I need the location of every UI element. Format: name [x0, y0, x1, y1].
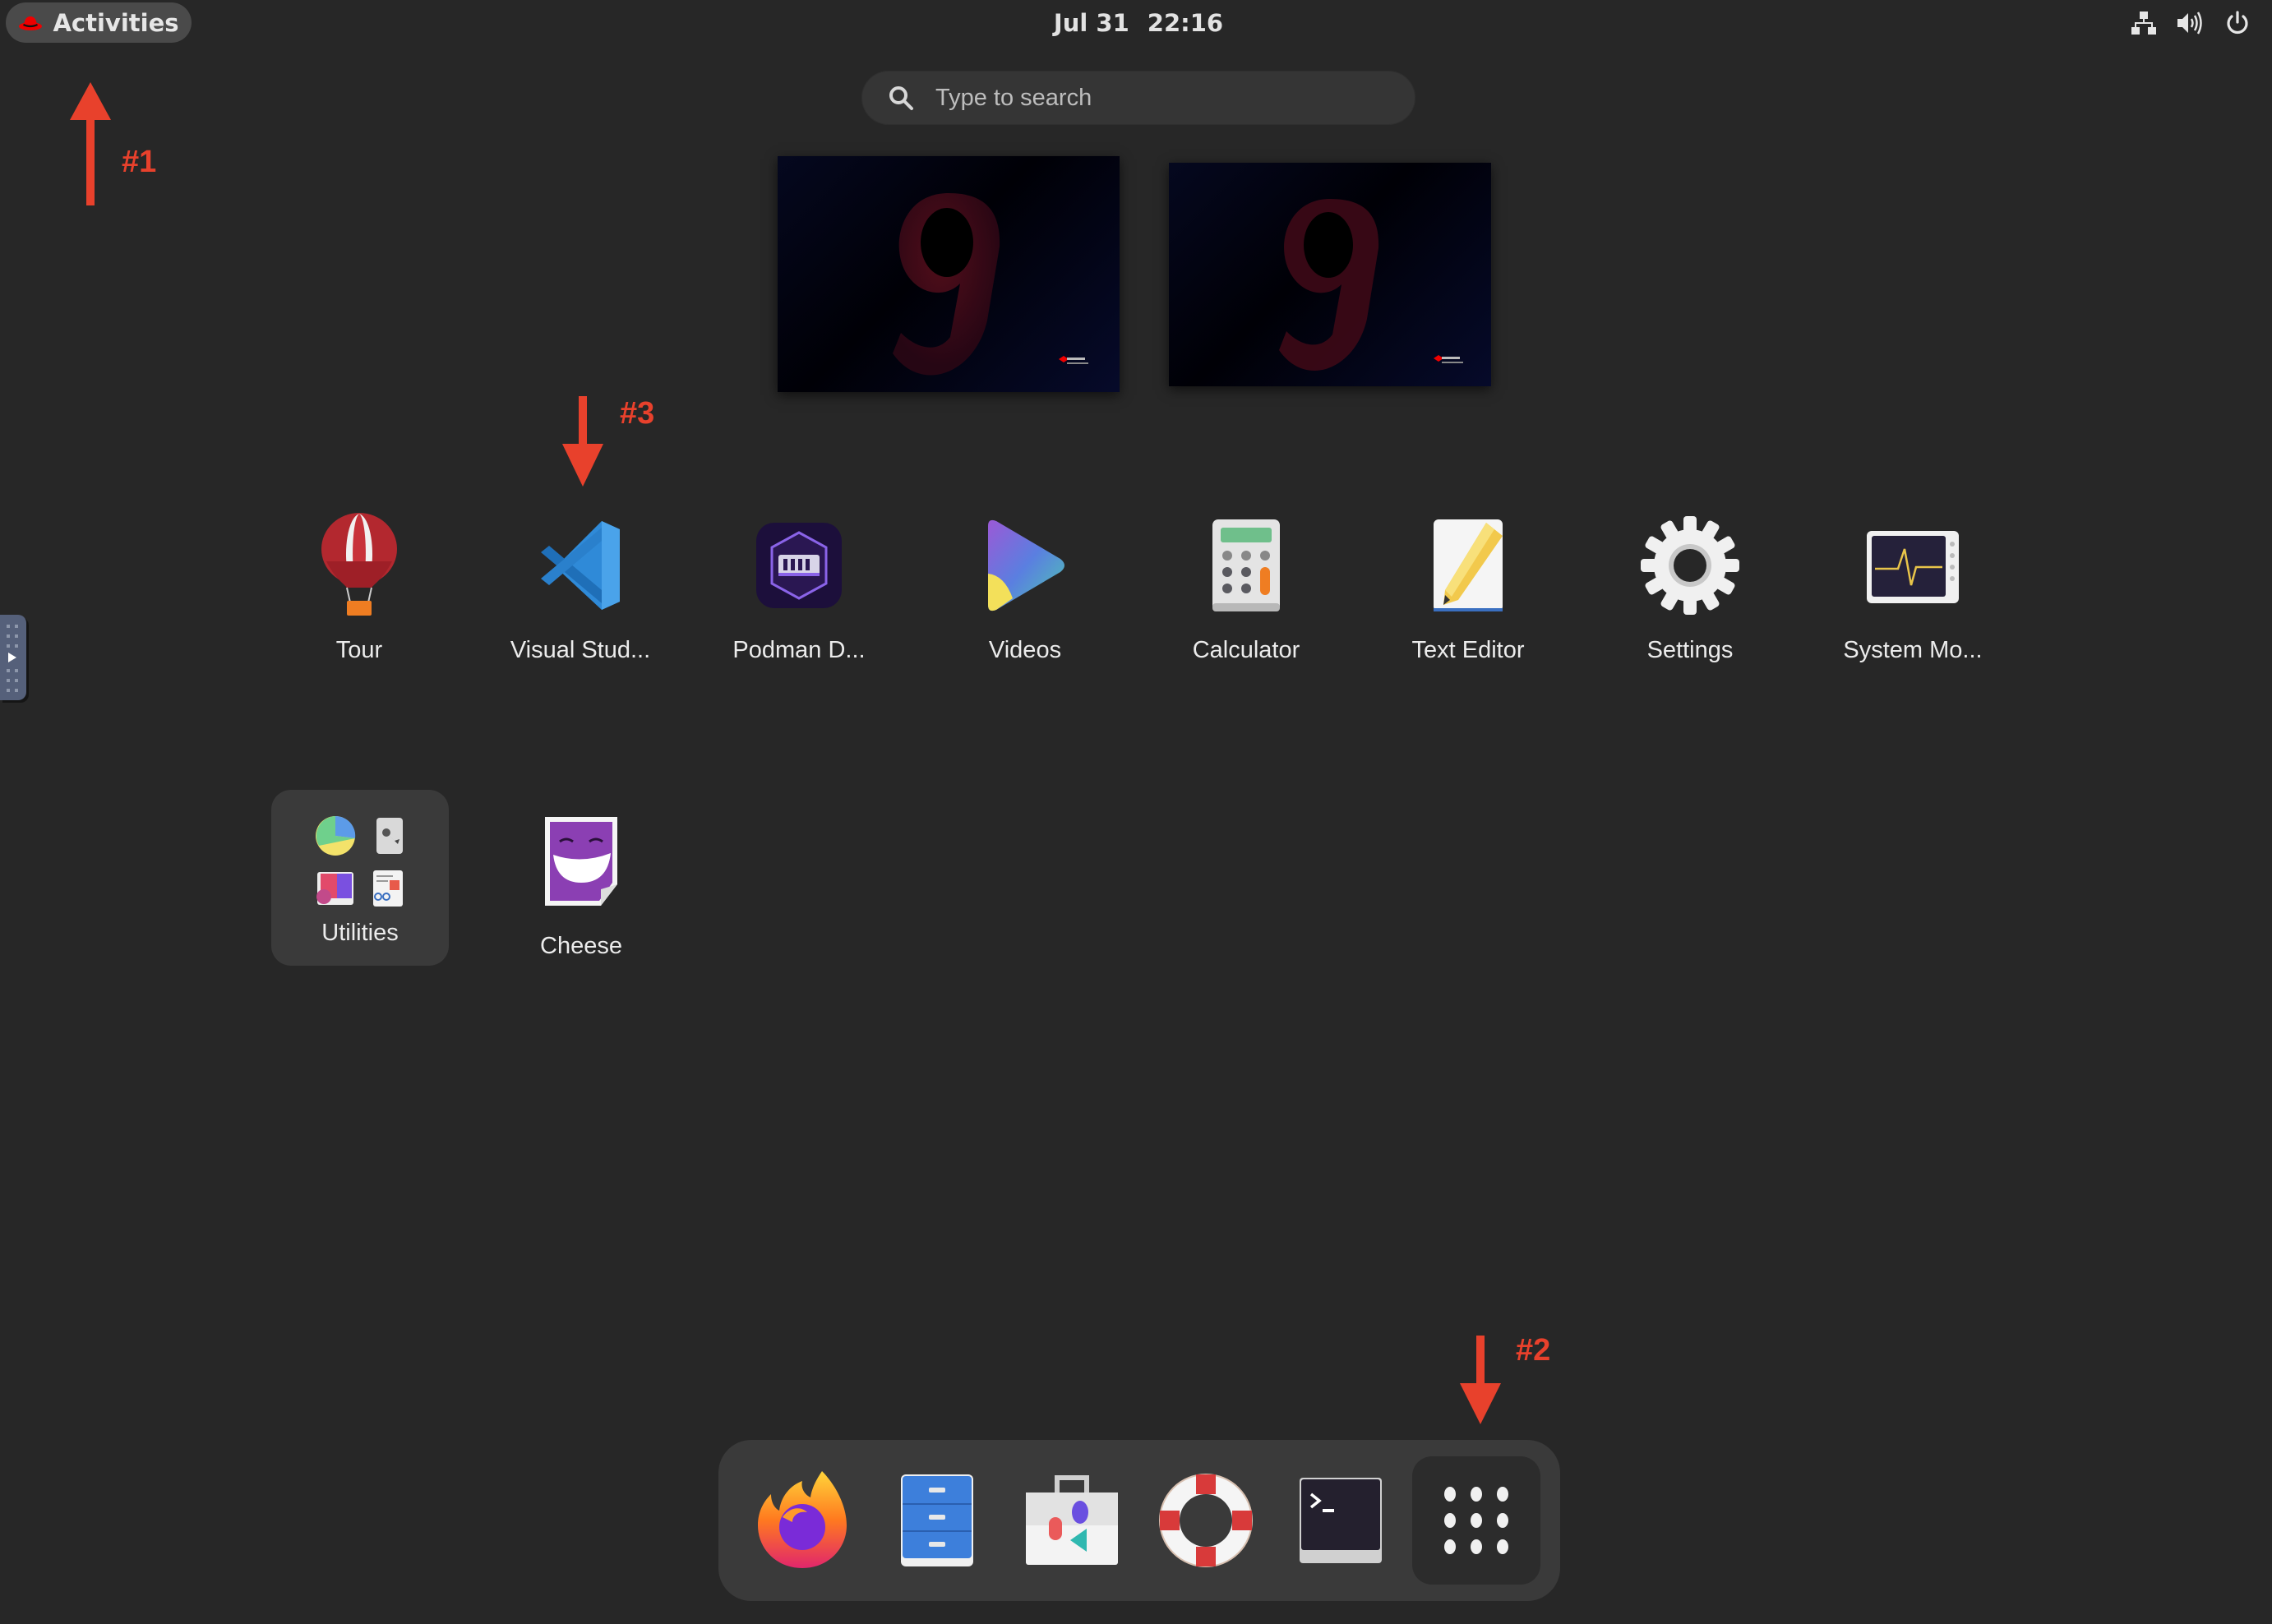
calculator-icon: [1193, 512, 1300, 619]
network-wired-icon[interactable]: [2129, 8, 2159, 38]
redhat-logo-icon: [19, 16, 43, 30]
power-icon[interactable]: [2223, 8, 2252, 38]
wallpaper-nine-graphic: [893, 193, 1088, 376]
search-field[interactable]: [861, 71, 1415, 125]
annotation-arrow-down-icon: [1460, 1336, 1501, 1424]
folder-label: Utilities: [321, 920, 399, 946]
search-input[interactable]: [934, 83, 1397, 113]
app-label: Visual Stud...: [510, 637, 651, 663]
gear-icon: [1637, 512, 1743, 619]
workspace-thumbnail-1[interactable]: [778, 156, 1120, 392]
screenshot-icon: [316, 872, 353, 905]
hot-air-balloon-icon: [306, 512, 413, 619]
dock-software[interactable]: [1008, 1456, 1136, 1585]
app-label: Videos: [988, 637, 1062, 663]
files-cabinet-icon: [901, 1474, 973, 1566]
activities-label: Activities: [53, 8, 179, 37]
firefox-icon: [758, 1471, 847, 1568]
vscode-icon: [527, 512, 634, 619]
dock-terminal[interactable]: [1277, 1456, 1405, 1585]
software-bag-icon: [1026, 1475, 1118, 1565]
annotation-arrow-up-icon: [70, 82, 111, 205]
clock-button[interactable]: Jul 31 22:16: [1019, 5, 1258, 41]
app-cheese[interactable]: Cheese: [478, 808, 684, 972]
search-icon: [889, 86, 913, 110]
system-monitor-icon: [1859, 512, 1966, 619]
app-label: Tour: [335, 637, 383, 663]
app-label: Text Editor: [1411, 637, 1525, 663]
dock-firefox[interactable]: [738, 1456, 866, 1585]
cheese-icon: [528, 808, 635, 915]
show-applications-button[interactable]: [1412, 1456, 1540, 1585]
app-grid-icon: [1444, 1487, 1508, 1554]
app-label: Podman D...: [732, 637, 866, 663]
app-text-editor[interactable]: Text Editor: [1365, 512, 1571, 676]
annotation-label-2: #2: [1516, 1333, 1551, 1368]
lifebuoy-icon: [1159, 1474, 1253, 1567]
annotation-arrow-down-icon: [562, 396, 603, 487]
document-viewer-icon: [373, 870, 403, 907]
videos-play-icon: [972, 512, 1078, 619]
disk-usage-icon: [316, 815, 356, 856]
clock-date: Jul 31: [1053, 9, 1129, 37]
app-label: Calculator: [1192, 637, 1300, 663]
app-system-monitor[interactable]: System Mo...: [1810, 512, 2016, 676]
terminal-icon: [1300, 1478, 1382, 1563]
app-label: System Mo...: [1843, 637, 1983, 663]
annotation-label-1: #1: [122, 145, 157, 179]
app-label: Cheese: [540, 933, 622, 959]
app-label: Settings: [1646, 637, 1734, 663]
app-visual-studio-code[interactable]: Visual Stud...: [478, 512, 683, 676]
dock-files[interactable]: [873, 1456, 1001, 1585]
app-tour[interactable]: Tour: [256, 512, 462, 676]
clock-time: 22:16: [1147, 9, 1224, 37]
app-podman-desktop[interactable]: Podman D...: [696, 512, 902, 676]
workspace-thumbnail-2[interactable]: [1169, 163, 1491, 386]
side-panel-handle[interactable]: [0, 615, 26, 700]
podman-desktop-icon: [746, 512, 852, 619]
folder-utilities[interactable]: Utilities: [271, 790, 449, 966]
dock-help[interactable]: [1142, 1456, 1270, 1585]
volume-icon[interactable]: [2175, 8, 2205, 38]
app-settings[interactable]: Settings: [1587, 512, 1793, 676]
app-videos[interactable]: Videos: [922, 512, 1128, 676]
app-calculator[interactable]: Calculator: [1143, 512, 1349, 676]
play-arrow-icon: [7, 625, 18, 692]
disks-icon: [376, 818, 403, 854]
annotation-label-3: #3: [620, 396, 655, 431]
activities-button[interactable]: Activities: [6, 2, 192, 43]
wallpaper-nine-graphic: [1279, 199, 1463, 371]
text-editor-icon: [1415, 512, 1522, 619]
